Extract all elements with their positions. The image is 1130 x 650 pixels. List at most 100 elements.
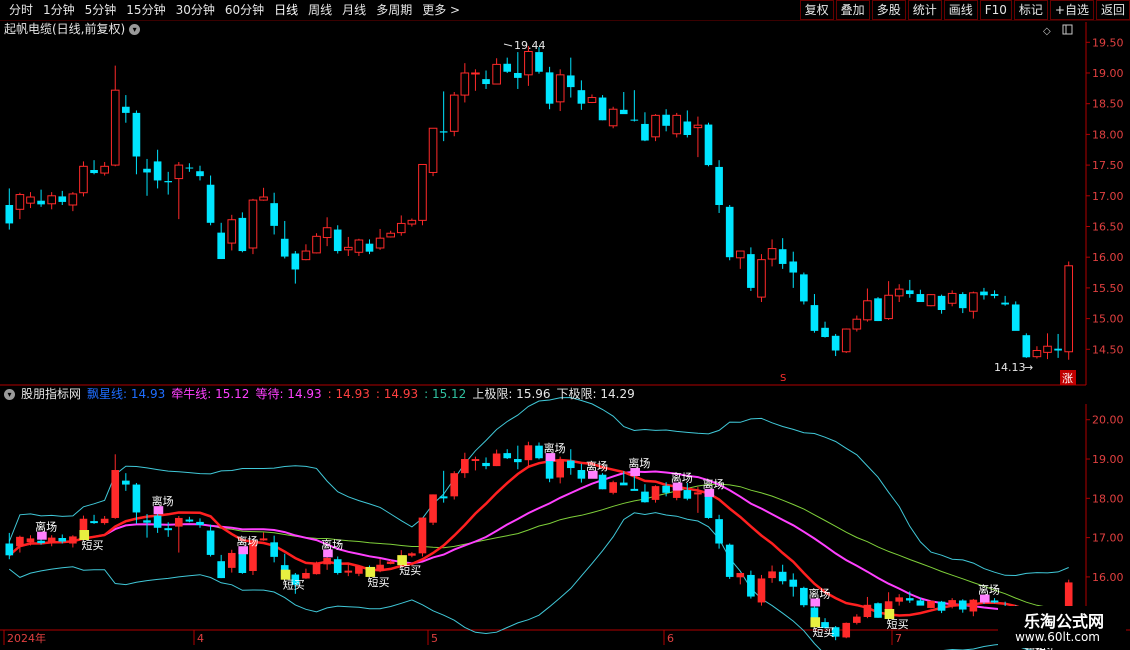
candle-body — [301, 250, 311, 261]
candle-body — [482, 79, 490, 85]
ind-candle-body — [90, 521, 98, 524]
ind-candle-body — [450, 473, 459, 497]
ind-candle-body — [948, 600, 956, 607]
candle-body — [270, 203, 278, 226]
ind-candle-body — [757, 578, 766, 603]
low-price-label: 14.13 — [994, 361, 1026, 374]
main-candles — [5, 45, 1074, 360]
ind-candle-body — [651, 486, 660, 500]
buy-signal-label: 短买 — [283, 578, 305, 592]
ind-candle-body — [270, 542, 278, 557]
low-marker-arrow: → — [1024, 361, 1033, 374]
x-axis-ticks: 2024年 4 5 6 7 — [3, 630, 902, 645]
candle-body — [322, 227, 332, 239]
main-y-tick-label: 15.00 — [1092, 313, 1124, 326]
candle-body — [291, 253, 300, 270]
candle-body — [545, 72, 554, 104]
candle-body — [375, 237, 385, 249]
candle-body — [831, 335, 840, 351]
ind-candle-body — [577, 470, 586, 479]
ind-candle-body — [619, 482, 628, 486]
candle-body — [333, 229, 342, 252]
indicator-candles — [5, 441, 1073, 643]
candle-body — [630, 119, 639, 121]
ind-candle-body — [694, 492, 702, 495]
ind-candle-body — [122, 480, 130, 485]
ind-candle-body — [408, 553, 416, 556]
indicator-value-2: 等待: 14.93 — [255, 387, 322, 401]
ind-candle-body — [418, 517, 427, 554]
watermark: 乐淘公式网 www.60lt.com — [998, 606, 1126, 648]
minimize-icon[interactable] — [1062, 24, 1073, 35]
leave-signal-label: 离场 — [152, 494, 174, 508]
indicator-name[interactable]: 股朋指标网 — [21, 386, 81, 402]
candle-body — [79, 165, 88, 194]
candle-body — [735, 250, 745, 259]
ind-y-tick-label: 20.00 — [1092, 414, 1124, 427]
candle-body — [68, 193, 78, 206]
indicator-value-7: 下极限: 14.29 — [556, 387, 635, 401]
candle-body — [577, 90, 586, 104]
high-price-label: 19.44 — [514, 39, 546, 52]
candle-body — [185, 167, 194, 169]
indicator-value-5: : 15.12 — [424, 387, 467, 401]
kline-chart[interactable]: 19.50 19.00 18.50 18.00 17.50 17.00 16.50 16.00… — [0, 0, 1130, 650]
ind-candle-body — [492, 453, 501, 467]
ind-candle-body — [630, 488, 639, 491]
buy-signal-label: 短买 — [81, 538, 103, 552]
ind-candle-body — [524, 445, 533, 461]
ind-candle-body — [789, 579, 798, 587]
candle-body — [926, 294, 936, 307]
main-y-tick-label: 16.50 — [1092, 220, 1124, 233]
candle-body — [100, 165, 109, 174]
candle-body — [651, 114, 660, 138]
candle-body — [810, 305, 819, 331]
ind-candle-body — [259, 538, 268, 541]
leave-signal-label: 离场 — [703, 477, 725, 491]
main-y-tick-label: 18.50 — [1092, 98, 1124, 111]
candle-body — [47, 195, 56, 205]
ind-candle-body — [344, 570, 353, 573]
ind-candle-body — [958, 600, 967, 610]
candle-body — [1022, 335, 1031, 358]
indicator-dropdown-icon[interactable]: ▾ — [4, 388, 15, 400]
ind-candle-body — [111, 470, 120, 518]
ind-candle-body — [312, 563, 321, 575]
candle-body — [884, 294, 893, 320]
ind-candle-body — [185, 519, 194, 522]
main-y-ticks: 19.50 19.00 18.50 18.00 17.50 17.00 16.50 16.00… — [1086, 36, 1124, 356]
ind-candle-body — [736, 572, 745, 578]
candle-body — [37, 200, 45, 205]
buy-signal-label: 短买 — [367, 575, 389, 589]
ind-candle-body — [916, 600, 925, 606]
x-tick-label: 7 — [895, 632, 902, 645]
ind-candle-body — [174, 517, 183, 527]
ind-candle-body — [429, 494, 437, 523]
high-marker-line — [503, 43, 513, 47]
candle-body — [503, 63, 512, 72]
ind-candle-body — [969, 599, 978, 612]
candle-body — [386, 232, 395, 238]
pink-ma-line — [8, 470, 1069, 614]
candle-body — [26, 196, 35, 204]
candle-body — [821, 327, 829, 338]
ind-candle-body — [535, 445, 543, 459]
candle-body — [800, 274, 808, 302]
ind-candle-body — [69, 536, 77, 544]
ind-candle-body — [16, 536, 24, 547]
x-tick-label: 5 — [431, 632, 438, 645]
ind-candle-body — [132, 484, 141, 513]
diamond-icon[interactable]: ◇ — [1043, 26, 1051, 37]
candle-body — [683, 121, 692, 135]
ind-candle-body — [206, 530, 215, 555]
ind-candle-body — [683, 490, 692, 499]
candle-body — [535, 52, 543, 72]
candle-body — [905, 290, 914, 295]
candle-body — [471, 72, 480, 75]
candle-body — [841, 328, 851, 353]
ind-candle-body — [990, 600, 999, 603]
ind-candle-body — [323, 558, 331, 565]
ind-candle-body — [927, 600, 935, 608]
leave-signal-label: 离场 — [978, 583, 1000, 597]
candle-body — [227, 219, 237, 244]
